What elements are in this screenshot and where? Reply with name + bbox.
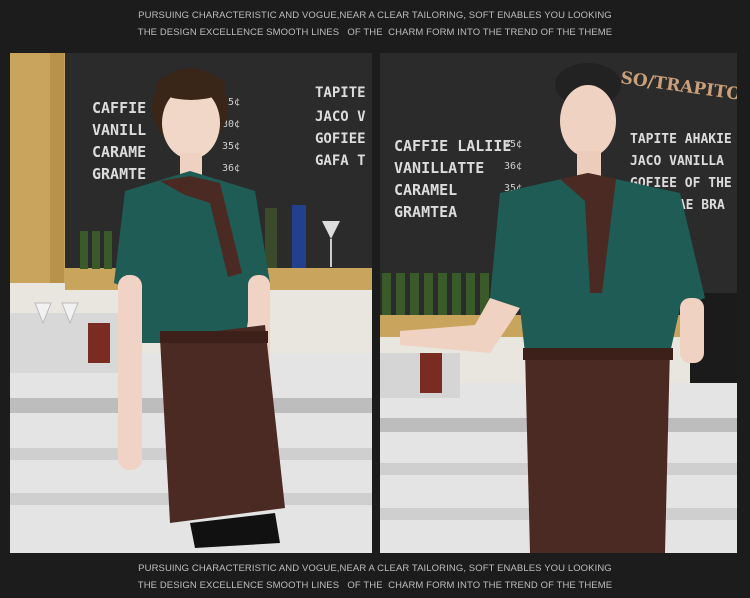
right-menu-right-1: TAPITE AHAKIE bbox=[630, 132, 732, 147]
right-menu-right-2: JACO VANILLA bbox=[630, 154, 724, 169]
left-menu-item-3: CARAME bbox=[92, 143, 146, 161]
left-price-4: 36¢ bbox=[222, 163, 240, 174]
left-price-3: 35¢ bbox=[222, 141, 240, 152]
left-menu-item-4: GRAMTE bbox=[92, 165, 146, 183]
right-menu-item-4: GRAMTEA bbox=[394, 203, 457, 221]
left-menu-right-1: TAPITE bbox=[315, 85, 366, 101]
caption-bottom: PURSUING CHARACTERISTIC AND VOGUE,NEAR A… bbox=[0, 560, 750, 594]
female-server-scene: CAFFIE VANILL CARAME GRAMTE 35¢ 30¢ 35¢ … bbox=[10, 53, 372, 553]
left-menu-right-3: GOFIEE bbox=[315, 131, 366, 147]
caption-top: PURSUING CHARACTERISTIC AND VOGUE,NEAR A… bbox=[0, 7, 750, 41]
right-menu-item-3: CARAMEL bbox=[394, 181, 457, 199]
caption-top-line-1: PURSUING CHARACTERISTIC AND VOGUE,NEAR A… bbox=[138, 10, 612, 21]
right-price-2: 36¢ bbox=[504, 161, 522, 172]
right-menu-item-1: CAFFIE LALIIE bbox=[394, 137, 511, 155]
left-menu-item-1: CAFFIE bbox=[92, 99, 146, 117]
male-server-scene: SO/TRAPITO CAFFIE LALIIE VANILLATTE CARA… bbox=[380, 53, 737, 553]
right-menu-item-2: VANILLATTE bbox=[394, 159, 484, 177]
caption-bottom-line-2: THE DESIGN EXCELLENCE SMOOTH LINES OF TH… bbox=[137, 580, 613, 591]
left-menu-right-2: JACO V bbox=[315, 109, 366, 125]
right-price-1: 35¢ bbox=[504, 139, 522, 150]
left-menu-item-2: VANILL bbox=[92, 121, 146, 139]
photo-male-server: SO/TRAPITO CAFFIE LALIIE VANILLATTE CARA… bbox=[380, 53, 737, 553]
caption-bottom-line-1: PURSUING CHARACTERISTIC AND VOGUE,NEAR A… bbox=[138, 563, 612, 574]
photo-female-server: CAFFIE VANILL CARAME GRAMTE 35¢ 30¢ 35¢ … bbox=[10, 53, 372, 553]
left-menu-right-4: GAFA T bbox=[315, 153, 366, 169]
caption-top-line-2: THE DESIGN EXCELLENCE SMOOTH LINES OF TH… bbox=[137, 27, 613, 38]
